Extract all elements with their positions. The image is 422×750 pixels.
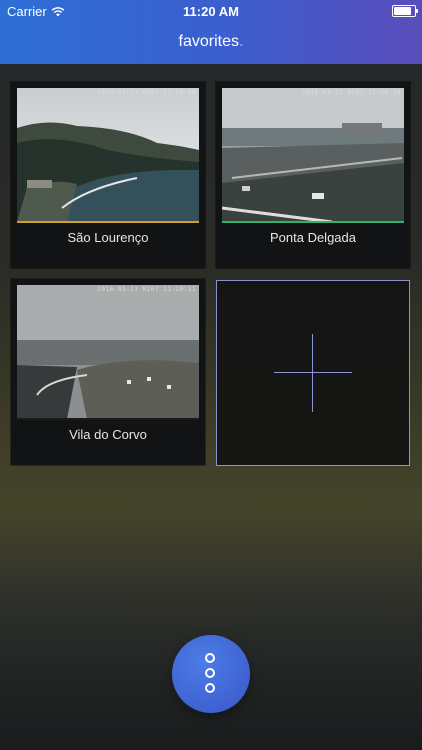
webcam-timestamp: 2016-03-11 M207 11:20:10 [302, 89, 401, 96]
status-time: 11:20 AM [183, 4, 239, 19]
plus-icon [274, 334, 352, 412]
page-title-dot: . [239, 33, 244, 50]
more-vertical-icon [205, 668, 215, 678]
webcam-timestamp: 2016-03-11 M207 11:20:11 [97, 286, 196, 293]
favorite-card-vila-do-corvo[interactable]: 2016-03-11 M207 11:20:11 Vila do Corvo [11, 279, 205, 465]
favorite-label: São Lourenço [67, 230, 149, 245]
favorite-label: Ponta Delgada [269, 230, 356, 245]
webcam-image: 2016-03-11 M207 11:20:10 [222, 88, 404, 222]
menu-fab-button[interactable] [172, 635, 250, 713]
battery-icon [392, 5, 418, 17]
webcam-image: 2016-03-11 M207 11:20:08 [17, 88, 199, 222]
page-title: favorites. [0, 33, 422, 51]
page-title-text: favorites [178, 33, 239, 50]
more-vertical-icon [205, 683, 215, 693]
favorite-card-ponta-delgada[interactable]: 2016-03-11 M207 11:20:10 Ponta Delgada [216, 82, 410, 268]
accent-line [17, 221, 199, 223]
webcam-timestamp: 2016-03-11 M207 11:20:08 [97, 89, 196, 96]
more-vertical-icon [205, 653, 215, 663]
webcam-image: 2016-03-11 M207 11:20:11 [17, 285, 199, 419]
accent-line [17, 418, 199, 420]
add-favorite-tile[interactable] [216, 280, 410, 466]
accent-line [222, 221, 404, 223]
app-header: Carrier 11:20 AM favorites. [0, 0, 422, 64]
status-bar: Carrier 11:20 AM [0, 0, 422, 22]
favorite-label: Vila do Corvo [69, 427, 147, 442]
favorite-card-sao-lourenco[interactable]: 2016-03-11 M207 11:20:08 São Lourenço [11, 82, 205, 268]
